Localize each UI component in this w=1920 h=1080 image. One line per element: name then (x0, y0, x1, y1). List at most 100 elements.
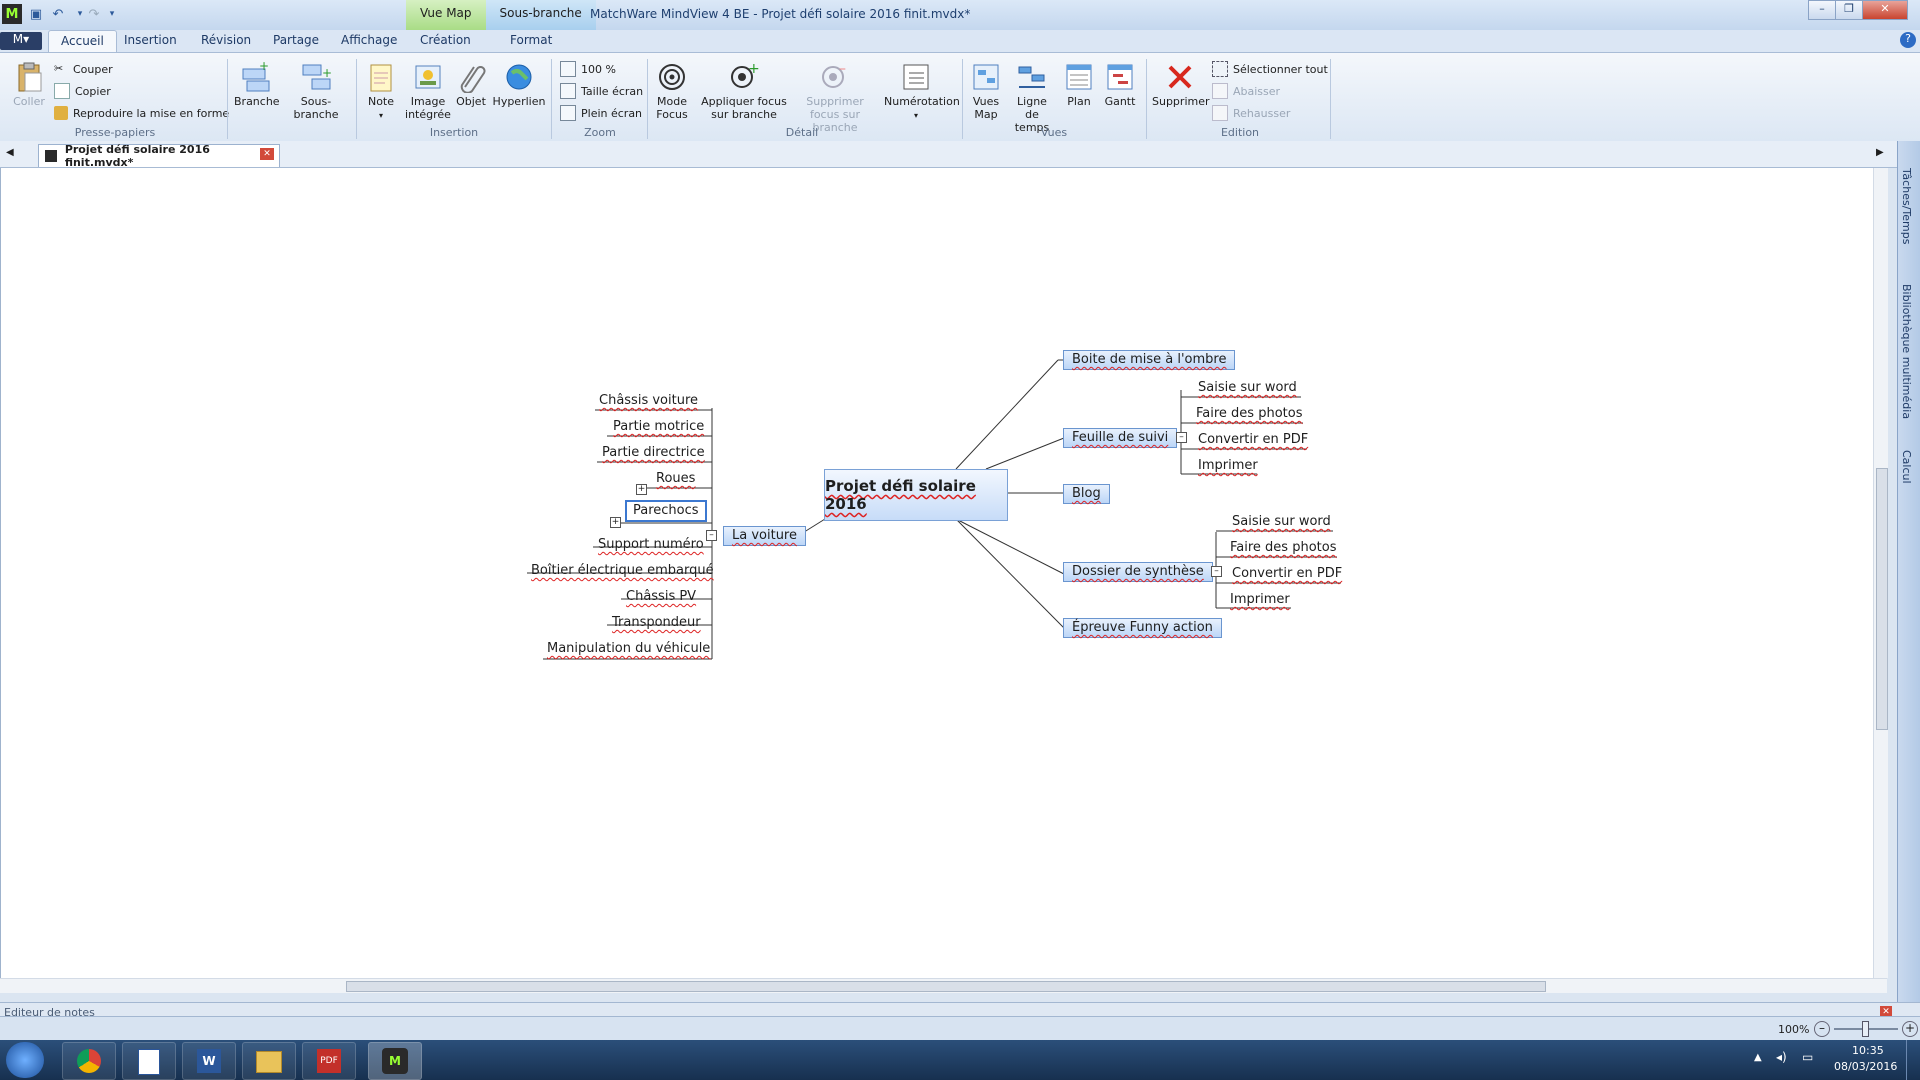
subtopic[interactable]: Imprimer (1226, 592, 1294, 608)
subtopic[interactable]: Boîtier électrique embarqué (527, 563, 718, 579)
timeline-button[interactable]: Ligne de temps (1008, 61, 1056, 134)
close-button[interactable]: ✕ (1862, 0, 1908, 20)
tab-partage[interactable]: Partage (273, 33, 319, 47)
subbranch-button[interactable]: + Sous-branche (281, 61, 351, 121)
outline-button[interactable]: Plan (1062, 61, 1096, 108)
tab-sous-branche[interactable]: Sous-branche (485, 0, 596, 30)
paste-button[interactable]: Coller (12, 61, 46, 108)
fit-screen-button[interactable]: Taille écran (560, 83, 643, 99)
tab-creation[interactable]: Création (420, 33, 471, 47)
customize-quick-access-icon[interactable]: ▾ (104, 6, 120, 22)
subtopic[interactable]: Châssis voiture (595, 393, 702, 409)
app-menu-button[interactable]: M▾ (0, 32, 42, 50)
mindmap-canvas[interactable] (0, 168, 1884, 978)
network-icon[interactable]: ▭ (1802, 1050, 1813, 1064)
topic-feuille-de-suivi[interactable]: Feuille de suivi (1063, 428, 1178, 448)
subtopic[interactable]: Convertir en PDF (1228, 566, 1346, 582)
undo-icon[interactable]: ↶ (50, 6, 66, 22)
topic-blog[interactable]: Blog (1063, 484, 1110, 504)
show-desktop-button[interactable] (1906, 1040, 1920, 1080)
gantt-button[interactable]: Gantt (1102, 61, 1138, 108)
remove-focus-button[interactable]: – Supprimer focus sur branche (790, 61, 880, 134)
subtopic[interactable]: Partie directrice (598, 445, 709, 461)
vertical-scroll-thumb[interactable] (1876, 468, 1888, 730)
copy-button[interactable]: Copier (54, 83, 111, 99)
subtopic-selected[interactable]: Parechocs (625, 500, 707, 522)
scroll-tabs-right-icon[interactable]: ▶ (1876, 147, 1884, 158)
focus-mode-button[interactable]: Mode Focus (652, 61, 692, 121)
zoom-in-icon[interactable]: + (1902, 1021, 1918, 1037)
delete-button[interactable]: Supprimer (1152, 61, 1210, 108)
full-screen-button[interactable]: Plein écran (560, 105, 642, 121)
select-all-button[interactable]: Sélectionner tout (1212, 61, 1328, 77)
tab-insertion[interactable]: Insertion (124, 33, 177, 47)
topic-la-voiture[interactable]: La voiture (723, 526, 806, 546)
side-tab-calcul[interactable]: Calcul (1900, 450, 1913, 484)
redo-icon[interactable]: ↷ (86, 6, 102, 22)
word-taskbar-icon[interactable]: W (182, 1042, 236, 1080)
collapse-toggle-icon[interactable]: – (1176, 432, 1187, 443)
mindview-taskbar-icon[interactable]: M (368, 1042, 422, 1080)
raise-button[interactable]: Rehausser (1212, 105, 1290, 121)
save-icon[interactable]: ▣ (28, 6, 44, 22)
tab-format[interactable]: Format (510, 33, 552, 47)
subtopic[interactable]: Faire des photos (1192, 406, 1306, 422)
volume-icon[interactable]: ◂) (1776, 1050, 1787, 1064)
subtopic[interactable]: Châssis PV (622, 589, 700, 605)
subtopic[interactable]: Convertir en PDF (1194, 432, 1312, 448)
start-button[interactable] (6, 1042, 44, 1078)
hyperlink-button[interactable]: Hyperlien (492, 61, 546, 108)
minimize-button[interactable]: – (1808, 0, 1836, 20)
zoom-slider-thumb[interactable] (1862, 1021, 1869, 1037)
side-tab-tasks[interactable]: Tâches/Temps (1900, 168, 1913, 244)
zoom-100-button[interactable]: 100 % (560, 61, 616, 77)
maximize-button[interactable]: ❐ (1835, 0, 1863, 20)
side-tab-media-library[interactable]: Bibliothèque multimédia (1900, 284, 1913, 419)
note-button[interactable]: Note ▾ (364, 61, 398, 122)
subtopic[interactable]: Transpondeur (608, 615, 705, 631)
subtopic[interactable]: Imprimer (1194, 458, 1262, 474)
expand-toggle-icon[interactable]: + (610, 517, 621, 528)
topic-dossier-de-synthese[interactable]: Dossier de synthèse (1063, 562, 1213, 582)
numbering-button[interactable]: Numérotation ▾ (884, 61, 960, 122)
horizontal-scroll-thumb[interactable] (346, 981, 1546, 992)
format-painter-button[interactable]: Reproduire la mise en forme (54, 105, 229, 121)
central-topic[interactable]: Projet défi solaire 2016 (824, 469, 1008, 521)
chrome-taskbar-icon[interactable] (62, 1042, 116, 1080)
tab-vue-map[interactable]: Vue Map (406, 0, 486, 30)
zoom-out-icon[interactable]: – (1814, 1021, 1830, 1037)
subtopic[interactable]: Roues (652, 471, 699, 487)
tab-affichage[interactable]: Affichage (341, 33, 397, 47)
scroll-tabs-left-icon[interactable]: ◀ (6, 147, 14, 158)
map-views-button[interactable]: Vues Map (966, 61, 1006, 121)
pdf-taskbar-icon[interactable]: PDF (302, 1042, 356, 1080)
tab-accueil[interactable]: Accueil (48, 30, 117, 52)
image-button[interactable]: Image intégrée (404, 61, 452, 121)
subtopic[interactable]: Partie motrice (609, 419, 708, 435)
help-icon[interactable]: ? (1900, 32, 1916, 48)
subtopic[interactable]: Support numéro (594, 537, 708, 553)
topic-epreuve-funny-action[interactable]: Épreuve Funny action (1063, 618, 1222, 638)
lower-button[interactable]: Abaisser (1212, 83, 1280, 99)
apply-focus-button[interactable]: + Appliquer focus sur branche (700, 61, 788, 121)
subtopic[interactable]: Faire des photos (1226, 540, 1340, 556)
subtopic[interactable]: Manipulation du véhicule (543, 641, 714, 657)
cut-button[interactable]: ✂ Couper (54, 61, 113, 77)
tab-revision[interactable]: Révision (201, 33, 251, 47)
document-tab[interactable]: Projet défi solaire 2016 finit.mvdx* (38, 143, 280, 169)
folder-taskbar-icon[interactable] (242, 1042, 296, 1080)
collapse-toggle-icon[interactable]: – (1211, 566, 1222, 577)
vertical-scrollbar[interactable] (1873, 168, 1888, 978)
raise-label: Rehausser (1233, 106, 1291, 120)
topic-boite[interactable]: Boite de mise à l'ombre (1063, 350, 1236, 370)
expand-toggle-icon[interactable]: + (636, 484, 647, 495)
document-taskbar-icon[interactable] (122, 1042, 176, 1080)
horizontal-scrollbar[interactable] (0, 978, 1887, 993)
show-hidden-icons-icon[interactable]: ▲ (1754, 1052, 1762, 1063)
object-button[interactable]: Objet (455, 61, 487, 108)
subtopic[interactable]: Saisie sur word (1194, 380, 1301, 396)
close-document-icon[interactable]: ✕ (260, 148, 274, 160)
subtopic[interactable]: Saisie sur word (1228, 514, 1335, 530)
app-icon[interactable]: M (2, 4, 22, 24)
branch-button[interactable]: + Branche (234, 59, 280, 108)
